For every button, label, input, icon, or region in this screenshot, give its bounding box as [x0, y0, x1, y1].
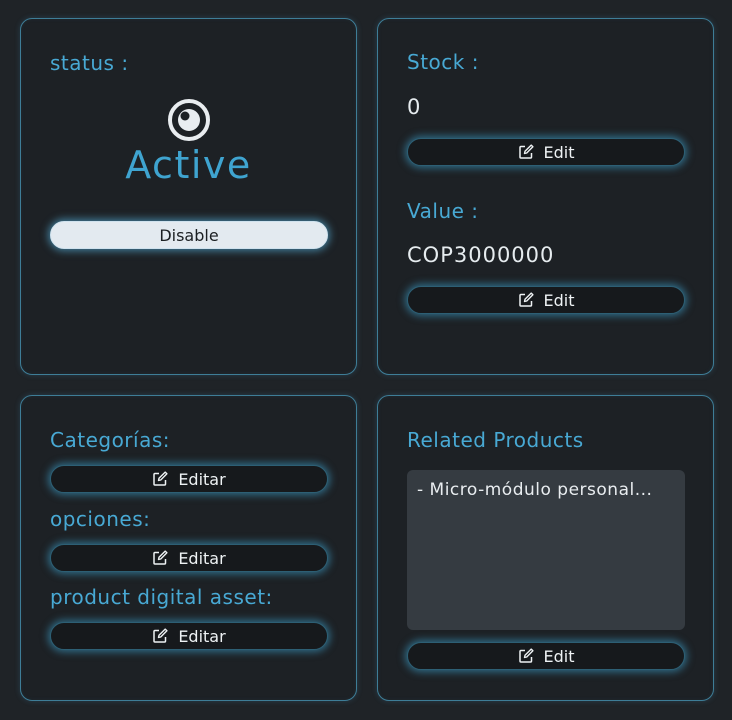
list-item[interactable]: - Micro-módulo personal...: [417, 480, 675, 500]
value-label: Value :: [407, 199, 479, 223]
stock-value: 0: [407, 95, 422, 119]
related-products-list[interactable]: - Micro-módulo personal...: [407, 470, 685, 630]
stock-edit-button[interactable]: Edit: [407, 138, 685, 166]
digital-asset-edit-button[interactable]: Editar: [50, 622, 328, 650]
status-value: Active: [125, 143, 252, 187]
value-edit-label: Edit: [543, 290, 575, 310]
stock-value-panel: Stock : 0 Edit Value : COP3000000 Edit: [377, 18, 714, 375]
stock-label: Stock :: [407, 50, 479, 74]
options-label: opciones:: [50, 507, 151, 531]
related-products-title: Related Products: [407, 428, 584, 452]
status-label: status :: [50, 51, 129, 75]
status-panel: status : Active Disable: [20, 18, 357, 375]
digital-asset-label: product digital asset:: [50, 585, 273, 609]
disable-button-label: Disable: [159, 225, 219, 245]
categories-edit-label: Editar: [178, 469, 226, 489]
edit-icon: [153, 471, 168, 486]
edit-icon: [518, 144, 534, 159]
options-edit-label: Editar: [178, 548, 226, 568]
eye-icon: [168, 99, 210, 141]
options-edit-button[interactable]: Editar: [50, 544, 328, 572]
categories-label: Categorías:: [50, 428, 170, 452]
categories-edit-button[interactable]: Editar: [50, 465, 328, 493]
related-edit-button[interactable]: Edit: [407, 642, 685, 670]
edit-icon: [518, 292, 534, 307]
categories-panel: Categorías: Editar opciones: Editar prod…: [20, 395, 357, 701]
related-products-panel: Related Products - Micro-módulo personal…: [377, 395, 714, 701]
edit-icon: [153, 550, 168, 565]
value-amount: COP3000000: [407, 243, 555, 267]
edit-icon: [153, 628, 168, 643]
related-edit-label: Edit: [543, 646, 575, 666]
digital-asset-edit-label: Editar: [178, 626, 226, 646]
value-edit-button[interactable]: Edit: [407, 286, 685, 314]
stock-edit-label: Edit: [543, 142, 575, 162]
disable-button[interactable]: Disable: [50, 221, 328, 249]
edit-icon: [518, 648, 534, 663]
